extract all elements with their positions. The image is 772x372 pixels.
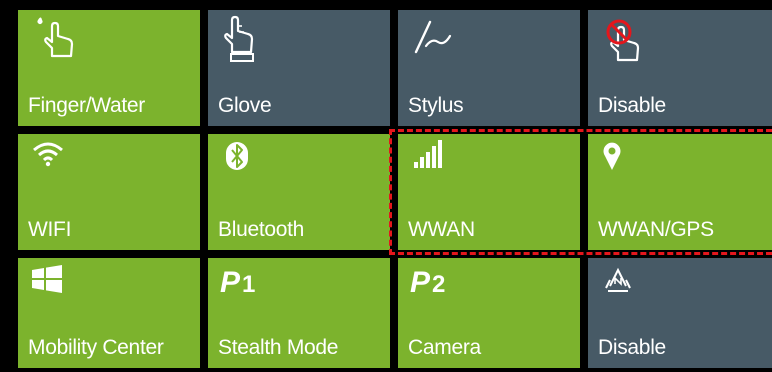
tile-label: Stylus [408, 94, 464, 117]
nfc-icon [602, 264, 658, 312]
tile-label: Camera [408, 336, 481, 359]
tile-label: WWAN/GPS [598, 218, 714, 241]
tile-stealth-mode[interactable]: P1 Stealth Mode [208, 258, 390, 368]
tile-label: Glove [218, 94, 272, 117]
bluetooth-icon [222, 140, 278, 188]
p2-icon: P2 [410, 268, 445, 300]
signal-bars-icon [412, 140, 468, 188]
tile-label: Bluetooth [218, 218, 305, 241]
tile-touch-disable[interactable]: Disable [588, 10, 772, 126]
tile-bluetooth[interactable]: Bluetooth [208, 134, 390, 250]
tile-glove[interactable]: Glove [208, 10, 390, 126]
p1-icon: P1 [220, 268, 255, 300]
tile-label: Mobility Center [28, 336, 164, 359]
touch-disabled-icon [602, 16, 658, 64]
tile-camera[interactable]: P2 Camera [398, 258, 580, 368]
tile-nfc-disable[interactable]: Disable [588, 258, 772, 368]
tile-label: Stealth Mode [218, 336, 339, 359]
p2-number: 2 [432, 271, 446, 298]
tile-label: WWAN [408, 218, 475, 241]
glove-hand-icon [222, 15, 278, 64]
tile-label: Disable [598, 336, 666, 359]
tile-label: Disable [598, 94, 666, 117]
tile-wifi[interactable]: WIFI [18, 134, 200, 250]
p2-glyph: P [410, 266, 431, 299]
tile-label: WIFI [28, 218, 72, 241]
p1-glyph: P [220, 266, 241, 299]
windows-icon [32, 264, 88, 312]
tile-stylus[interactable]: Stylus [398, 10, 580, 126]
tile-mobility-center[interactable]: Mobility Center [18, 258, 200, 368]
tile-wwan-gps[interactable]: WWAN/GPS [588, 134, 772, 250]
location-pin-icon [602, 140, 658, 188]
stylus-icon [412, 16, 468, 64]
tile-label: Finger/Water [28, 94, 145, 117]
wifi-icon [32, 140, 88, 188]
tile-finger-water[interactable]: Finger/Water [18, 10, 200, 126]
finger-water-icon [32, 16, 88, 64]
tile-wwan[interactable]: WWAN [398, 134, 580, 250]
p1-number: 1 [242, 271, 256, 298]
